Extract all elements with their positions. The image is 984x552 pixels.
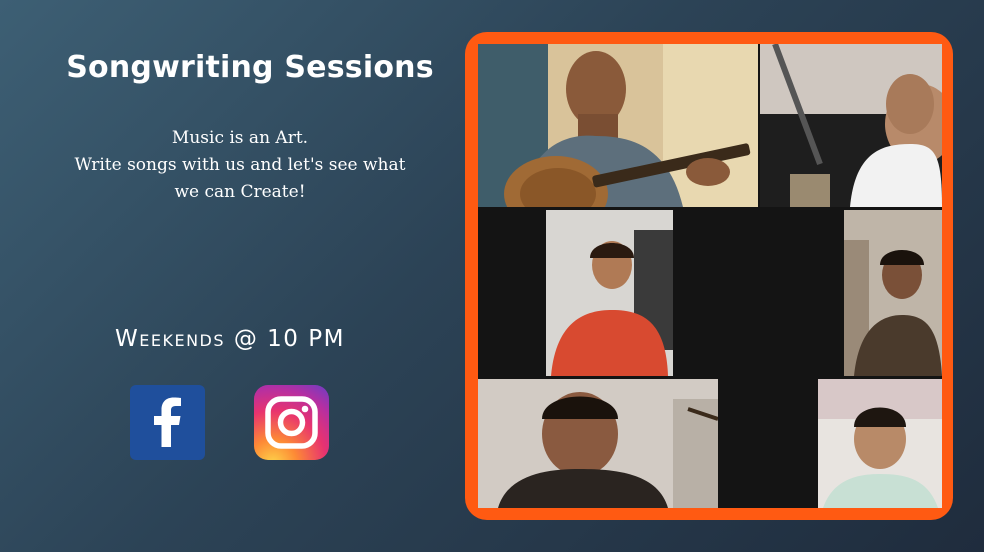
participant-video-tile-6[interactable] [818,379,942,508]
facebook-link[interactable] [130,385,205,460]
tagline: Music is an Art. Write songs with us and… [55,125,425,206]
page-title: Songwriting Sessions [66,50,434,85]
participant-video-tile-4[interactable] [844,210,942,376]
tagline-line-3: we can Create! [174,182,306,202]
participant-video-tile-1[interactable] [478,44,758,207]
facebook-icon [154,397,181,447]
participant-video-tile-5[interactable] [478,379,718,508]
participant-video-tile-3[interactable] [546,210,673,376]
instagram-link[interactable] [254,385,329,460]
tagline-line-2: Write songs with us and let's see what [74,155,406,175]
tagline-line-1: Music is an Art. [171,128,309,148]
video-call-grid [478,44,942,508]
participant-video-tile-2[interactable] [760,44,942,207]
schedule-text: Weekends @ 10 PM [115,326,345,352]
instagram-icon [265,396,318,449]
